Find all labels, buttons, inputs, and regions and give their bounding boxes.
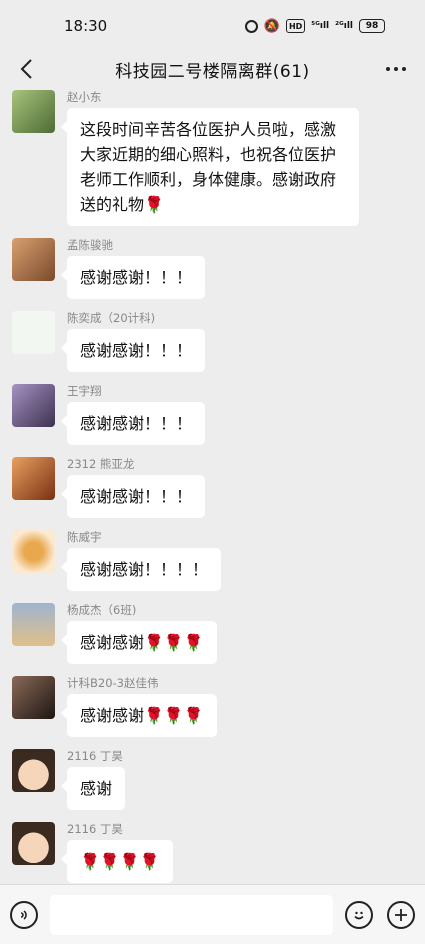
message-row: 2116 丁昊感谢 <box>0 749 425 810</box>
sender-name: 计科B20-3赵佳伟 <box>67 676 159 690</box>
emoji-button[interactable] <box>345 900 373 929</box>
message-row: 赵小东这段时间辛苦各位医护人员啦，感激大家近期的细心照料，也祝各位医护老师工作顺… <box>0 90 425 226</box>
sender-name: 2312 熊亚龙 <box>67 457 135 471</box>
sender-name: 2116 丁昊 <box>67 749 123 763</box>
message-bubble[interactable]: 🌹🌹🌹🌹 <box>61 840 173 883</box>
voice-button[interactable] <box>10 900 38 929</box>
message-bubble[interactable]: 这段时间辛苦各位医护人员啦，感激大家近期的细心照料，也祝各位医护老师工作顺利，身… <box>61 108 359 226</box>
message-row: 陈威宇感谢感谢！！！！ <box>0 530 425 591</box>
back-button[interactable] <box>12 54 40 84</box>
sender-name: 赵小东 <box>67 90 102 104</box>
message-bubble[interactable]: 感谢感谢！！！！ <box>60 548 222 591</box>
hd-icon: HD <box>285 19 306 33</box>
chat-title: 科技园二号楼隔离群(61) <box>115 61 310 82</box>
more-dot-icon <box>386 67 390 71</box>
battery-icon: 98 <box>359 19 385 33</box>
more-button[interactable] <box>381 56 411 82</box>
mute-icon: 🔕 <box>263 18 280 34</box>
message-bubble[interactable]: 感谢感谢！！！ <box>60 256 206 299</box>
plus-icon <box>395 908 407 921</box>
sender-name: 孟陈骏驰 <box>67 238 113 252</box>
input-bar <box>0 884 425 944</box>
sender-name: 杨成杰（6班) <box>67 603 137 617</box>
signal-5g-icon: ⁵ᴳıll <box>311 21 330 31</box>
avatar[interactable] <box>12 530 55 573</box>
message-bubble[interactable]: 感谢感谢！！！ <box>60 329 206 372</box>
sender-name: 王宇翔 <box>67 384 102 398</box>
message-row: 计科B20-3赵佳伟感谢感谢🌹🌹🌹 <box>0 676 425 737</box>
sender-name: 2116 丁昊 <box>67 822 123 836</box>
signal-2g-icon: ²ᴳıll <box>335 21 353 31</box>
sender-name: 陈威宇 <box>67 530 102 544</box>
more-dot-icon <box>394 67 398 71</box>
message-bubble[interactable]: 感谢感谢！！！ <box>60 402 206 445</box>
chevron-left-icon <box>20 59 32 79</box>
avatar[interactable] <box>12 749 55 792</box>
message-bubble[interactable]: 感谢感谢🌹🌹🌹 <box>61 621 217 664</box>
emoji-icon <box>354 911 364 919</box>
message-row: 陈奕成（20计科) 感谢感谢！！！ <box>0 311 425 372</box>
message-input[interactable] <box>50 894 333 935</box>
avatar[interactable] <box>12 238 55 281</box>
message-row: 2312 熊亚龙感谢感谢！！！ <box>0 457 425 518</box>
avatar[interactable] <box>12 676 55 719</box>
nav-bar: 科技园二号楼隔离群(61) <box>0 52 425 86</box>
status-time: 18:30 <box>64 17 108 35</box>
message-row: 孟陈骏驰感谢感谢！！！ <box>0 238 425 299</box>
message-row: 2116 丁昊 🌹🌹🌹🌹 <box>0 822 425 883</box>
more-dot-icon <box>402 67 406 71</box>
sender-name: 陈奕成（20计科) <box>67 311 156 325</box>
avatar[interactable] <box>12 603 55 646</box>
message-bubble[interactable]: 感谢感谢🌹🌹🌹 <box>61 694 217 737</box>
avatar[interactable] <box>12 384 55 427</box>
message-bubble[interactable]: 感谢感谢！！！ <box>60 475 206 518</box>
avatar[interactable] <box>12 822 55 865</box>
chat-list[interactable]: 赵小东这段时间辛苦各位医护人员啦，感激大家近期的细心照料，也祝各位医护老师工作顺… <box>0 90 425 884</box>
avatar[interactable] <box>12 311 55 354</box>
message-row: 杨成杰（6班) 感谢感谢🌹🌹🌹 <box>0 603 425 664</box>
status-icons: 🔕 HD ⁵ᴳıll ²ᴳıll 98 <box>244 18 385 34</box>
message-row: 王宇翔感谢感谢！！！ <box>0 384 425 445</box>
status-bar: 18:30 🔕 HD ⁵ᴳıll ²ᴳıll 98 <box>0 0 425 52</box>
avatar[interactable] <box>12 457 55 500</box>
avatar[interactable] <box>12 90 55 133</box>
plus-button[interactable] <box>387 900 415 929</box>
alarm-icon <box>244 19 258 33</box>
voice-icon <box>20 909 27 920</box>
message-bubble[interactable]: 感谢 <box>60 767 126 810</box>
